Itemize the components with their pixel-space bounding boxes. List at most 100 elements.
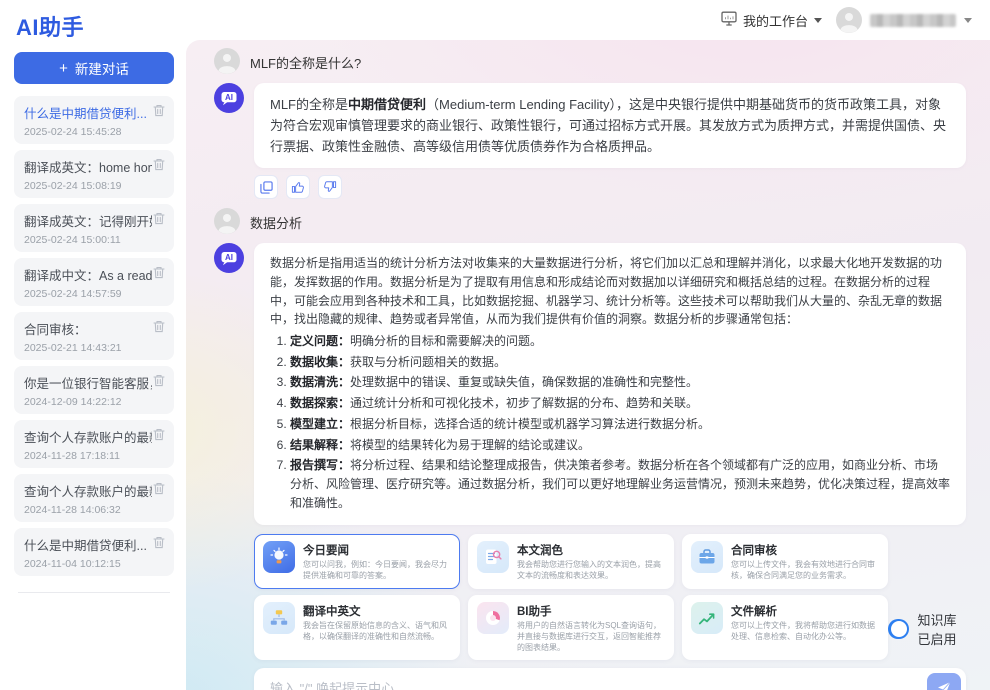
history-title: 翻译成中文：As a reader... — [24, 265, 152, 284]
step-desc: 通过统计分析和可视化技术，初步了解数据的分布、趋势和关联。 — [350, 396, 698, 410]
step-term: 数据清洗： — [290, 375, 350, 389]
history-time: 2025-02-24 15:00:11 — [24, 234, 165, 246]
toggle-switch[interactable] — [888, 619, 909, 639]
history-item[interactable]: 你是一位银行智能客服，... 2024-12-09 14:22:12 — [14, 366, 174, 414]
card-title: 本文润色 — [517, 542, 665, 558]
step-term: 数据探索： — [290, 396, 350, 410]
history-item[interactable]: 翻译成英文：记得刚开始... 2025-02-24 15:00:11 — [14, 204, 174, 252]
history-time: 2025-02-24 15:08:19 — [24, 180, 165, 192]
skill-cards-area: 今日要闻 您可以问我，例如：今日要闻，我会尽力提供准确和可靠的答案。 本文润色 … — [254, 534, 966, 660]
history-divider — [18, 592, 170, 593]
ai-message: AI 数据分析是指用适当的统计分析方法对收集来的大量数据进行分析，将它们加以汇总… — [214, 243, 966, 525]
card-contract-review[interactable]: 合同审核 您可以上传文件，我会有效地进行合同审核，确保合同满足您的业务需求。 — [682, 534, 888, 589]
history-item[interactable]: 翻译成中文：As a reader... 2025-02-24 14:57:59 — [14, 258, 174, 306]
thumbs-down-button[interactable] — [318, 175, 342, 199]
step-term: 结果解释： — [290, 438, 350, 452]
history-title: 合同审核： — [24, 319, 87, 338]
chevron-down-icon — [814, 18, 822, 23]
trash-icon[interactable] — [153, 104, 165, 122]
workspace-label: 我的工作台 — [743, 11, 808, 30]
knowledge-base-toggle[interactable]: 知识库已启用 — [888, 610, 964, 648]
briefcase-icon — [691, 541, 723, 573]
trash-icon[interactable] — [153, 428, 165, 446]
prompt-input[interactable] — [270, 681, 927, 690]
user-message-text: 数据分析 — [250, 208, 302, 234]
trash-icon[interactable] — [153, 158, 165, 176]
card-bi-assistant[interactable]: BI助手 将用户的自然语言转化为SQL查询语句，并直接与数据库进行交互，返回智能… — [468, 595, 674, 660]
step-item: 数据探索：通过统计分析和可视化技术，初步了解数据的分布、趋势和关联。 — [290, 394, 950, 413]
paper-plane-icon — [936, 680, 952, 690]
step-desc: 将分析过程、结果和结论整理成报告，供决策者参考。数据分析在各个领域都有广泛的应用… — [290, 458, 950, 509]
copy-button[interactable] — [254, 175, 278, 199]
trash-icon[interactable] — [153, 212, 165, 230]
monitor-icon — [721, 11, 737, 29]
history-list: 什么是中期借贷便利... 2025-02-24 15:45:28 翻译成英文：h… — [14, 96, 174, 593]
history-title: 什么是中期借贷便利... — [24, 535, 147, 554]
history-title: 什么是中期借贷便利... — [24, 103, 147, 122]
step-desc: 将模型的结果转化为易于理解的结论或建议。 — [350, 438, 590, 452]
plus-icon: + — [59, 60, 68, 77]
card-title: 今日要闻 — [303, 542, 451, 558]
history-item[interactable]: 什么是中期借贷便利... 2024-11-04 10:12:15 — [14, 528, 174, 576]
user-message: MLF的全称是什么? — [214, 48, 966, 74]
ai-message: AI MLF的全称是中期借贷便利（Medium-term Lending Fac… — [214, 83, 966, 168]
card-desc: 您可以上传文件，我会有效地进行合同审核，确保合同满足您的业务需求。 — [731, 560, 879, 582]
trash-icon[interactable] — [153, 536, 165, 554]
history-item[interactable]: 合同审核： 2025-02-21 14:43:21 — [14, 312, 174, 360]
step-item: 结果解释：将模型的结果转化为易于理解的结论或建议。 — [290, 436, 950, 455]
trend-chart-icon — [691, 602, 723, 634]
card-desc: 我会帮助您进行您输入的文本润色，提高文本的流畅度和表达效果。 — [517, 560, 665, 582]
trash-icon[interactable] — [153, 374, 165, 392]
user-avatar — [836, 7, 862, 33]
step-term: 定义问题： — [290, 334, 350, 348]
chevron-down-icon — [964, 18, 972, 23]
card-file-parse[interactable]: 文件解析 您可以上传文件，我将帮助您进行如数据处理、信息检索、自动化办公等。 — [682, 595, 888, 660]
history-time: 2024-12-09 14:22:12 — [24, 396, 165, 408]
sidebar: AI助手 + 新建对话 什么是中期借贷便利... 2025-02-24 15:4… — [0, 0, 186, 690]
card-title: BI助手 — [517, 603, 665, 619]
step-item: 定义问题：明确分析的目标和需要解决的问题。 — [290, 332, 950, 351]
svg-text:AI: AI — [225, 253, 233, 262]
new-chat-label: 新建对话 — [75, 58, 129, 78]
trash-icon[interactable] — [153, 266, 165, 284]
thumbs-up-button[interactable] — [286, 175, 310, 199]
card-today-news[interactable]: 今日要闻 您可以问我，例如：今日要闻，我会尽力提供准确和可靠的答案。 — [254, 534, 460, 589]
card-translate[interactable]: 翻译中英文 我会旨在保留原始信息的含义、语气和风格，以确保翻译的准确性和自然流畅… — [254, 595, 460, 660]
send-button[interactable] — [927, 673, 961, 690]
card-text-polish[interactable]: 本文润色 我会帮助您进行您输入的文本润色，提高文本的流畅度和表达效果。 — [468, 534, 674, 589]
history-item[interactable]: 翻译成英文：home home 2025-02-24 15:08:19 — [14, 150, 174, 198]
translate-icon — [263, 602, 295, 634]
ai-text: 数据分析是指用适当的统计分析方法对收集来的大量数据进行分析，将它们加以汇总和理解… — [270, 256, 942, 326]
ai-message-bubble: 数据分析是指用适当的统计分析方法对收集来的大量数据进行分析，将它们加以汇总和理解… — [254, 243, 966, 525]
ai-text: MLF的全称是 — [270, 97, 348, 112]
step-desc: 处理数据中的错误、重复或缺失值，确保数据的准确性和完整性。 — [350, 375, 698, 389]
document-search-icon — [477, 541, 509, 573]
lightbulb-icon — [263, 541, 295, 573]
user-message-text: MLF的全称是什么? — [250, 48, 361, 74]
card-desc: 您可以上传文件，我将帮助您进行如数据处理、信息检索、自动化办公等。 — [731, 621, 879, 643]
ai-text-bold: 中期借贷便利 — [348, 97, 426, 112]
trash-icon[interactable] — [153, 482, 165, 500]
username-redacted — [870, 14, 956, 27]
trash-icon[interactable] — [153, 320, 165, 338]
ai-message-bubble: MLF的全称是中期借贷便利（Medium-term Lending Facili… — [254, 83, 966, 168]
card-desc: 将用户的自然语言转化为SQL查询语句，并直接与数据库进行交互，返回智能推荐的图表… — [517, 621, 665, 653]
card-title: 文件解析 — [731, 603, 879, 619]
history-item[interactable]: 查询个人存款账户的最新... 2024-11-28 17:18:11 — [14, 420, 174, 468]
new-chat-button[interactable]: + 新建对话 — [14, 52, 174, 84]
chat-canvas: MLF的全称是什么? AI MLF的全称是中期借贷便利（Medium-term … — [186, 40, 990, 690]
step-desc: 明确分析的目标和需要解决的问题。 — [350, 334, 542, 348]
history-time: 2024-11-28 14:06:32 — [24, 504, 165, 516]
history-item[interactable]: 什么是中期借贷便利... 2025-02-24 15:45:28 — [14, 96, 174, 144]
step-item: 数据清洗：处理数据中的错误、重复或缺失值，确保数据的准确性和完整性。 — [290, 373, 950, 392]
history-title: 翻译成英文：记得刚开始... — [24, 211, 152, 230]
pie-chart-icon — [477, 602, 509, 634]
history-item[interactable]: 查询个人存款账户的最新... 2024-11-28 14:06:32 — [14, 474, 174, 522]
user-avatar — [214, 208, 240, 234]
user-menu[interactable] — [836, 7, 972, 33]
step-item: 报告撰写：将分析过程、结果和结论整理成报告，供决策者参考。数据分析在各个领域都有… — [290, 456, 950, 512]
step-term: 报告撰写： — [290, 458, 350, 472]
workspace-menu[interactable]: 我的工作台 — [721, 11, 822, 30]
knowledge-base-label: 知识库已启用 — [917, 610, 964, 648]
app-window: AI助手 + 新建对话 什么是中期借贷便利... 2025-02-24 15:4… — [0, 0, 990, 690]
